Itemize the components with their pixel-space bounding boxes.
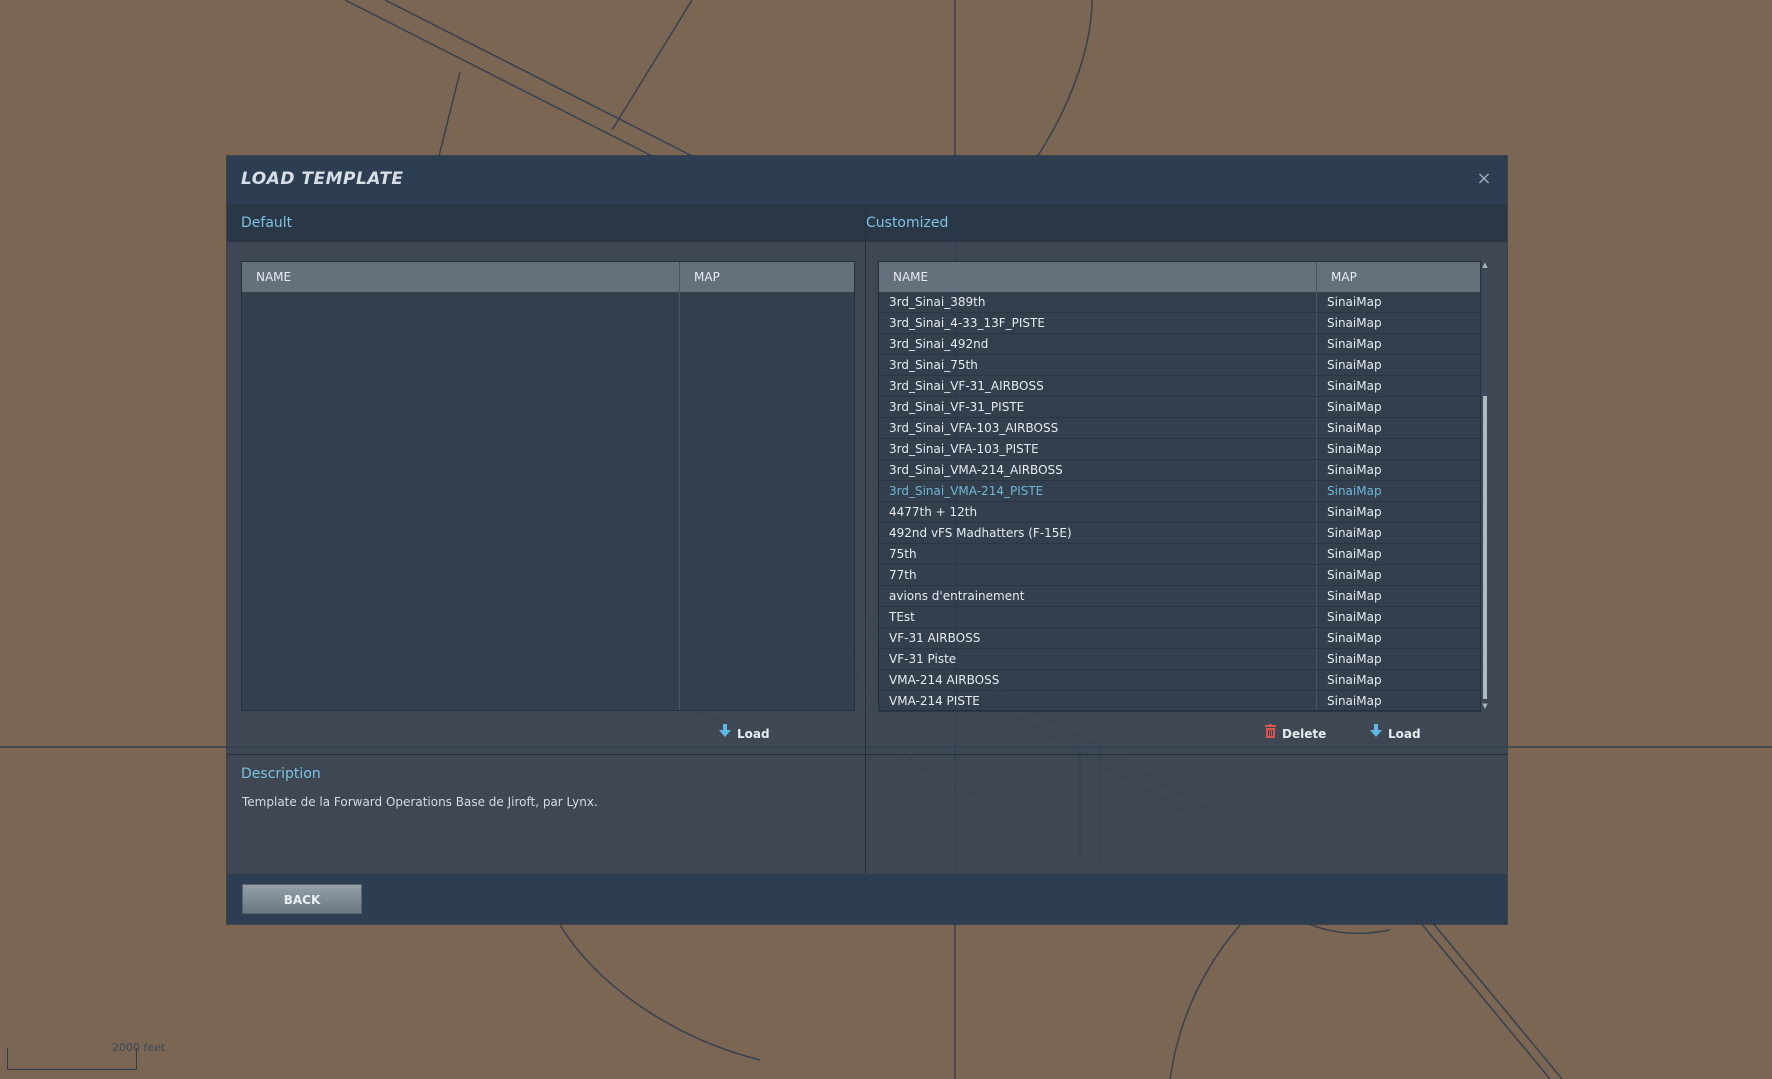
table-row[interactable]: 3rd_Sinai_75th SinaiMap bbox=[879, 355, 1482, 376]
row-name: 3rd_Sinai_492nd bbox=[889, 337, 989, 351]
row-name: VF-31 AIRBOSS bbox=[889, 631, 981, 645]
description-title: Description bbox=[241, 766, 321, 782]
row-name: 3rd_Sinai_VF-31_AIRBOSS bbox=[889, 379, 1044, 393]
default-col-map[interactable]: MAP bbox=[680, 262, 854, 292]
row-map: SinaiMap bbox=[1327, 673, 1382, 687]
table-row[interactable]: 3rd_Sinai_VFA-103_PISTE SinaiMap bbox=[879, 439, 1482, 460]
row-map: SinaiMap bbox=[1327, 463, 1382, 477]
row-name: 75th bbox=[889, 547, 917, 561]
row-map: SinaiMap bbox=[1327, 295, 1382, 309]
table-row[interactable]: VMA-214 PISTE SinaiMap bbox=[879, 691, 1482, 712]
row-name: 3rd_Sinai_VMA-214_AIRBOSS bbox=[889, 463, 1063, 477]
row-map: SinaiMap bbox=[1327, 400, 1382, 414]
map-scale-label: 2000 feet bbox=[112, 1041, 166, 1054]
customized-load-label: Load bbox=[1388, 727, 1421, 741]
table-row[interactable]: 75th SinaiMap bbox=[879, 544, 1482, 565]
customized-load-button[interactable]: Load bbox=[1369, 724, 1421, 744]
row-name: avions d'entrainement bbox=[889, 589, 1025, 603]
row-map: SinaiMap bbox=[1327, 484, 1382, 498]
scroll-down-icon[interactable]: ▼ bbox=[1481, 702, 1489, 710]
row-map: SinaiMap bbox=[1327, 379, 1382, 393]
row-map: SinaiMap bbox=[1327, 526, 1382, 540]
table-row[interactable]: 3rd_Sinai_VF-31_AIRBOSS SinaiMap bbox=[879, 376, 1482, 397]
row-map: SinaiMap bbox=[1327, 568, 1382, 582]
row-map: SinaiMap bbox=[1327, 358, 1382, 372]
table-row[interactable]: 492nd vFS Madhatters (F-15E) SinaiMap bbox=[879, 523, 1482, 544]
section-divider bbox=[865, 204, 866, 910]
trash-icon bbox=[1263, 724, 1277, 744]
row-name: 3rd_Sinai_VFA-103_PISTE bbox=[889, 442, 1039, 456]
customized-section-title: Customized bbox=[866, 215, 949, 231]
table-row[interactable]: VF-31 Piste SinaiMap bbox=[879, 649, 1482, 670]
row-map: SinaiMap bbox=[1327, 421, 1382, 435]
back-button[interactable]: BACK bbox=[242, 884, 362, 914]
row-name: VMA-214 PISTE bbox=[889, 694, 980, 708]
dialog-title-bar: LOAD TEMPLATE × bbox=[227, 156, 1507, 204]
customized-table-header: NAME MAP bbox=[879, 262, 1480, 292]
scroll-up-icon[interactable]: ▲ bbox=[1481, 261, 1489, 269]
default-templates-table[interactable]: NAME MAP bbox=[241, 261, 855, 711]
default-col-name[interactable]: NAME bbox=[242, 262, 680, 292]
table-row[interactable]: 3rd_Sinai_VFA-103_AIRBOSS SinaiMap bbox=[879, 418, 1482, 439]
row-name: 4477th + 12th bbox=[889, 505, 978, 519]
table-row[interactable]: 3rd_Sinai_389th SinaiMap bbox=[879, 292, 1482, 313]
row-name: TEst bbox=[889, 610, 915, 624]
row-map: SinaiMap bbox=[1327, 694, 1382, 708]
customized-col-name[interactable]: NAME bbox=[879, 262, 1317, 292]
delete-button[interactable]: Delete bbox=[1263, 724, 1326, 744]
table-row[interactable]: 3rd_Sinai_VMA-214_PISTE SinaiMap bbox=[879, 481, 1482, 502]
customized-templates-table[interactable]: NAME MAP 3rd_Sinai_389th SinaiMap 3rd_Sina… bbox=[878, 261, 1482, 712]
row-name: VMA-214 AIRBOSS bbox=[889, 673, 1000, 687]
row-name: 492nd vFS Madhatters (F-15E) bbox=[889, 526, 1072, 540]
default-section-title: Default bbox=[241, 215, 293, 231]
row-map: SinaiMap bbox=[1327, 316, 1382, 330]
download-arrow-icon bbox=[718, 724, 732, 744]
table-row[interactable]: VMA-214 AIRBOSS SinaiMap bbox=[879, 670, 1482, 691]
default-load-label: Load bbox=[737, 727, 770, 741]
row-map: SinaiMap bbox=[1327, 442, 1382, 456]
customized-section-header: Customized bbox=[866, 204, 1507, 242]
row-name: 3rd_Sinai_VFA-103_AIRBOSS bbox=[889, 421, 1059, 435]
table-row[interactable]: avions d'entrainement SinaiMap bbox=[879, 586, 1482, 607]
default-table-header: NAME MAP bbox=[242, 262, 854, 292]
description-divider bbox=[227, 754, 1507, 755]
table-row[interactable]: 3rd_Sinai_492nd SinaiMap bbox=[879, 334, 1482, 355]
row-name: 3rd_Sinai_4-33_13F_PISTE bbox=[889, 316, 1045, 330]
customized-scrollbar[interactable]: ▲ ▼ bbox=[1481, 261, 1489, 710]
default-load-button[interactable]: Load bbox=[718, 724, 770, 744]
default-section-header: Default bbox=[227, 204, 865, 242]
dialog-title: LOAD TEMPLATE bbox=[241, 169, 404, 189]
row-map: SinaiMap bbox=[1327, 631, 1382, 645]
load-template-dialog: LOAD TEMPLATE × Default Customized NAME … bbox=[227, 156, 1507, 924]
row-name: 77th bbox=[889, 568, 917, 582]
default-column-separator bbox=[679, 262, 680, 710]
close-icon[interactable]: × bbox=[1473, 168, 1495, 190]
row-map: SinaiMap bbox=[1327, 337, 1382, 351]
row-map: SinaiMap bbox=[1327, 589, 1382, 603]
row-name: VF-31 Piste bbox=[889, 652, 957, 666]
row-map: SinaiMap bbox=[1327, 547, 1382, 561]
table-row[interactable]: 4477th + 12th SinaiMap bbox=[879, 502, 1482, 523]
table-row[interactable]: 77th SinaiMap bbox=[879, 565, 1482, 586]
table-row[interactable]: 3rd_Sinai_VMA-214_AIRBOSS SinaiMap bbox=[879, 460, 1482, 481]
customized-col-map[interactable]: MAP bbox=[1317, 262, 1482, 292]
row-map: SinaiMap bbox=[1327, 652, 1382, 666]
description-text: Template de la Forward Operations Base d… bbox=[242, 795, 598, 809]
row-name: 3rd_Sinai_VF-31_PISTE bbox=[889, 400, 1025, 414]
row-name: 3rd_Sinai_75th bbox=[889, 358, 978, 372]
row-name: 3rd_Sinai_389th bbox=[889, 295, 986, 309]
download-arrow-icon bbox=[1369, 724, 1383, 744]
delete-label: Delete bbox=[1282, 727, 1327, 741]
row-map: SinaiMap bbox=[1327, 505, 1382, 519]
row-map: SinaiMap bbox=[1327, 610, 1382, 624]
table-row[interactable]: 3rd_Sinai_VF-31_PISTE SinaiMap bbox=[879, 397, 1482, 418]
scrollbar-thumb[interactable] bbox=[1483, 396, 1487, 699]
table-row[interactable]: TEst SinaiMap bbox=[879, 607, 1482, 628]
dialog-footer bbox=[227, 874, 1507, 924]
table-row[interactable]: VF-31 AIRBOSS SinaiMap bbox=[879, 628, 1482, 649]
row-name: 3rd_Sinai_VMA-214_PISTE bbox=[889, 484, 1044, 498]
table-row[interactable]: 3rd_Sinai_4-33_13F_PISTE SinaiMap bbox=[879, 313, 1482, 334]
